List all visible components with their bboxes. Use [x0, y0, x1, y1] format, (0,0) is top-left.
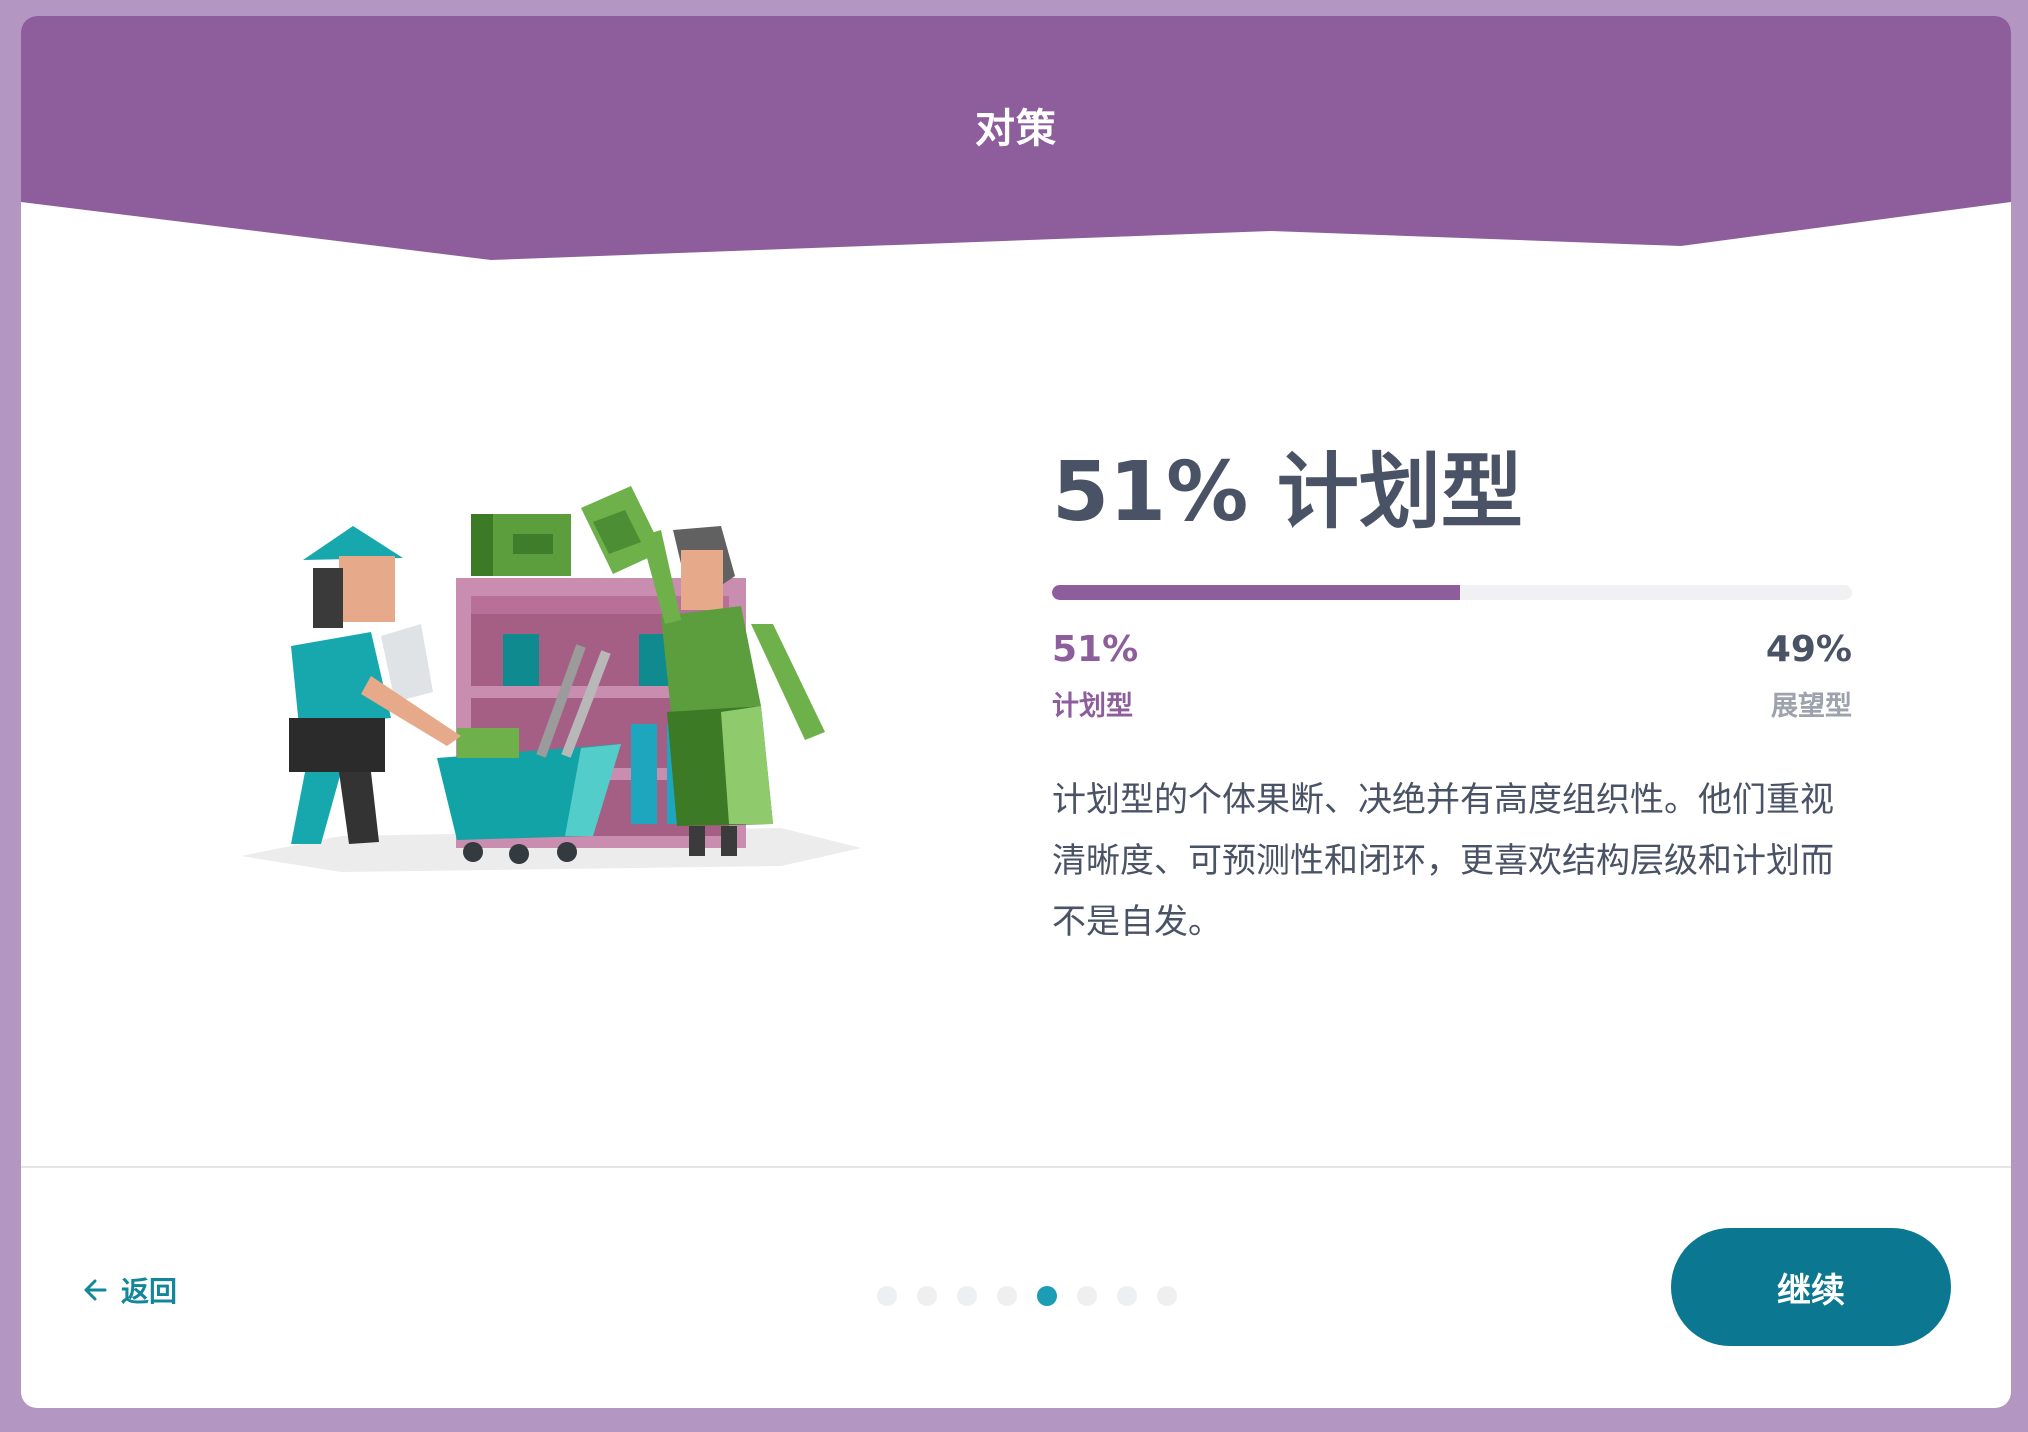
pagination-dot[interactable]	[957, 1286, 977, 1306]
trait-progress-fill	[1052, 585, 1460, 601]
page-title: 对策	[975, 106, 1057, 152]
stat-planning: 51% 计划型	[1052, 630, 1138, 723]
result-panel: 51% 计划型 51% 计划型 49% 展望型 计划型的个体果断、决绝并有高度组…	[1052, 445, 1852, 953]
header-banner: 对策	[21, 16, 2011, 266]
continue-button[interactable]: 继续	[1671, 1228, 1951, 1346]
pagination-dot[interactable]	[917, 1286, 937, 1306]
pagination-dots	[877, 1286, 1177, 1306]
stat-outlook-percent: 49%	[1765, 629, 1852, 671]
stat-planning-label: 计划型	[1052, 690, 1133, 722]
trait-progress-bar	[1052, 585, 1852, 601]
result-title: 51% 计划型	[1052, 445, 1523, 540]
pagination-dot[interactable]	[1117, 1286, 1137, 1306]
pagination-dot-active[interactable]	[1037, 1286, 1057, 1306]
footer-divider	[21, 1166, 2011, 1168]
trait-stats: 51% 计划型 49% 展望型	[1052, 630, 1852, 730]
shoppers-with-cart-illustration	[221, 456, 881, 886]
trait-description: 计划型的个体果断、决绝并有高度组织性。他们重视清晰度、可预测性和闭环，更喜欢结构…	[1052, 780, 1834, 943]
pagination-dot[interactable]	[1077, 1286, 1097, 1306]
stat-outlook-label: 展望型	[1771, 690, 1852, 722]
pagination-dot[interactable]	[877, 1286, 897, 1306]
stat-planning-percent: 51%	[1052, 629, 1139, 671]
stat-outlook: 49% 展望型	[1766, 630, 1852, 723]
pagination-dot[interactable]	[997, 1286, 1017, 1306]
strategy-card: 对策 51% 计划型 51% 计划型 49% 展望型 计划型的个体果断、决绝并有…	[21, 16, 2011, 1408]
back-label: 返回	[121, 1275, 178, 1308]
back-button[interactable]: 返回	[81, 1270, 177, 1310]
arrow-left-icon	[84, 1279, 107, 1301]
pagination-dot[interactable]	[1157, 1286, 1177, 1306]
